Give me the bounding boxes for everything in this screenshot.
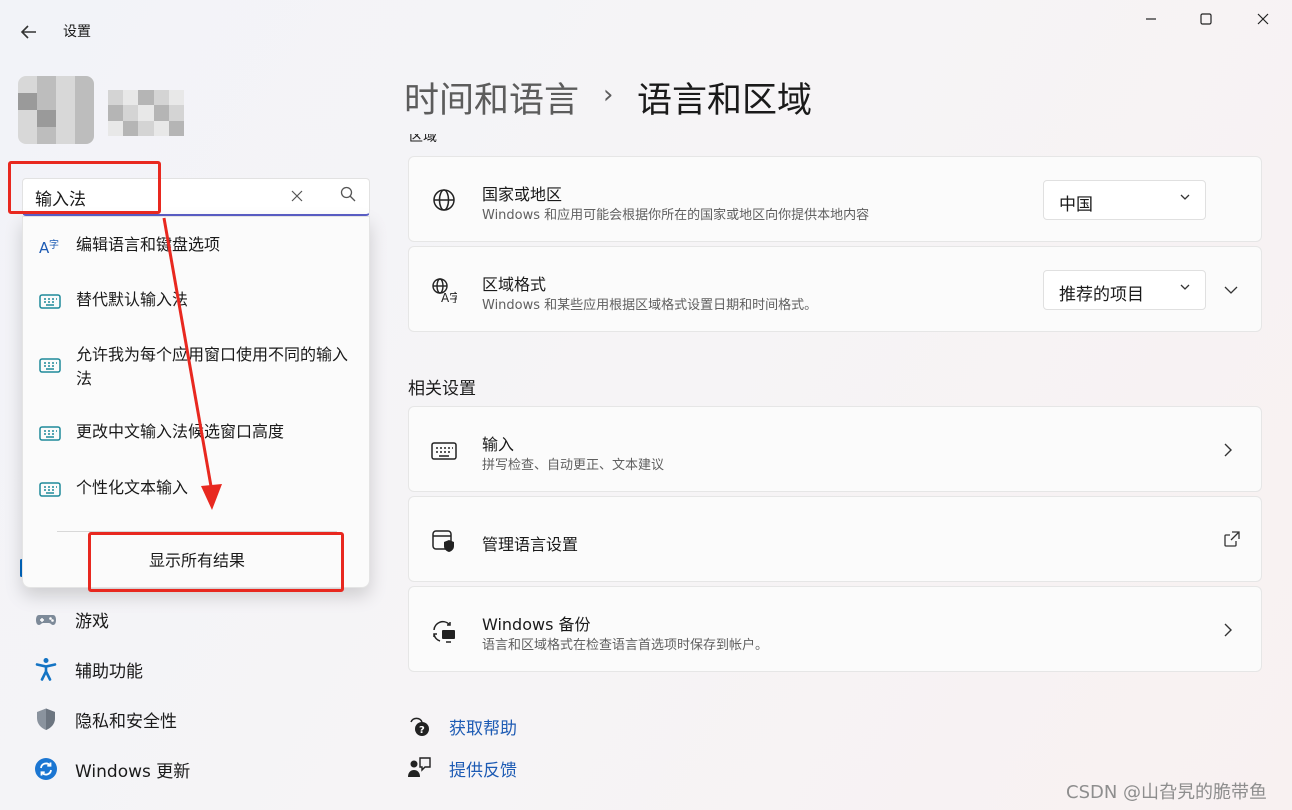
page-title: 语言和区域: [637, 81, 813, 121]
app-title: 设置: [63, 24, 91, 40]
regional-format-subtitle: Windows 和某些应用根据区域格式设置日期和时间格式。: [482, 298, 818, 313]
search-result-item[interactable]: 个性化文本输入: [23, 476, 371, 504]
search-result-item[interactable]: A字 编辑语言和键盘选项: [23, 233, 371, 261]
expand-chevron-icon[interactable]: [1223, 282, 1239, 298]
feedback-label: 提供反馈: [449, 761, 517, 781]
help-icon: ?: [410, 717, 429, 736]
regional-format-icon: A字: [432, 278, 457, 303]
sidebar-item-windows-update[interactable]: Windows 更新: [22, 748, 370, 788]
breadcrumb-separator: ›: [603, 80, 614, 110]
get-help-label: 获取帮助: [449, 719, 517, 739]
typing-settings-card[interactable]: 输入 拼写检查、自动更正、文本建议: [408, 406, 1262, 492]
chevron-right-icon: [1224, 443, 1232, 457]
back-button[interactable]: [12, 15, 46, 49]
search-result-label: 个性化文本输入: [76, 478, 189, 497]
svg-text:?: ?: [419, 725, 425, 736]
search-result-item[interactable]: 替代默认输入法: [23, 288, 371, 316]
sidebar-item-label: 游戏: [75, 612, 109, 632]
search-result-item[interactable]: 允许我为每个应用窗口使用不同的输入法: [23, 343, 371, 395]
sidebar-item-accessibility[interactable]: 辅助功能: [22, 648, 370, 688]
country-region-card: 国家或地区 Windows 和应用可能会根据你所在的国家或地区向你提供本地内容 …: [408, 156, 1262, 242]
svg-text:字: 字: [49, 238, 59, 251]
maximize-button[interactable]: [1183, 4, 1229, 34]
shield-icon: [37, 708, 55, 730]
sidebar-item-gaming[interactable]: 游戏: [22, 598, 370, 638]
country-region-select[interactable]: 中国: [1043, 180, 1206, 220]
keyboard-icon: [39, 482, 61, 497]
globe-icon: [433, 189, 455, 211]
search-result-label: 允许我为每个应用窗口使用不同的输入法: [76, 345, 349, 388]
avatar[interactable]: [18, 76, 94, 144]
chevron-down-icon: [1180, 284, 1190, 290]
language-icon: A字: [39, 238, 59, 255]
close-icon: [1257, 13, 1269, 25]
minimize-button[interactable]: [1128, 4, 1174, 34]
search-result-label: 编辑语言和键盘选项: [76, 235, 221, 254]
regional-format-value: 推荐的项目: [1059, 285, 1144, 305]
sidebar-item-privacy[interactable]: 隐私和安全性: [22, 698, 370, 738]
sidebar-item-label: Windows 更新: [75, 762, 191, 782]
chevron-down-icon: [1180, 194, 1190, 200]
close-button[interactable]: [1240, 4, 1286, 34]
sidebar-item-label: 隐私和安全性: [75, 712, 177, 732]
minimize-icon: [1146, 18, 1156, 20]
svg-text:A字: A字: [441, 290, 457, 303]
typing-title: 输入: [482, 435, 515, 454]
user-name-blurred: [108, 90, 184, 136]
regional-format-card[interactable]: A字 区域格式 Windows 和某些应用根据区域格式设置日期和时间格式。 推荐…: [408, 246, 1262, 332]
annotation-box-show-all: [88, 532, 344, 592]
search-result-label: 替代默认输入法: [76, 290, 189, 309]
keyboard-icon: [39, 294, 61, 309]
backup-sync-icon: [433, 620, 455, 643]
update-icon: [35, 758, 57, 780]
regional-format-title: 区域格式: [482, 275, 547, 294]
watermark: CSDN @山旮旯的脆带鱼: [1066, 782, 1268, 803]
search-icon[interactable]: [337, 183, 359, 205]
keyboard-icon: [39, 426, 61, 441]
related-settings-title: 相关设置: [408, 379, 476, 399]
typing-subtitle: 拼写检查、自动更正、文本建议: [482, 458, 665, 473]
keyboard-icon: [431, 442, 457, 460]
country-region-value: 中国: [1059, 195, 1093, 215]
search-result-item[interactable]: 更改中文输入法候选窗口高度: [23, 420, 371, 448]
search-result-label: 更改中文输入法候选窗口高度: [76, 422, 285, 441]
external-link-icon: [1224, 531, 1240, 547]
annotation-box-search: [8, 161, 161, 214]
region-section-title: 区域: [409, 129, 437, 145]
chevron-right-icon: [1224, 623, 1232, 637]
back-arrow-icon: [20, 25, 36, 39]
feedback-icon: [408, 757, 431, 777]
manage-language-title: 管理语言设置: [482, 535, 579, 554]
windows-backup-subtitle: 语言和区域格式在检查语言首选项时保存到帐户。: [482, 638, 769, 653]
manage-language-card[interactable]: 管理语言设置: [408, 496, 1262, 582]
breadcrumb-parent[interactable]: 时间和语言: [404, 72, 579, 123]
gamepad-icon: [36, 615, 56, 625]
sidebar-item-label: 辅助功能: [75, 662, 143, 682]
country-region-subtitle: Windows 和应用可能会根据你所在的国家或地区向你提供本地内容: [482, 208, 870, 223]
clear-search-button[interactable]: [291, 187, 303, 206]
country-region-title: 国家或地区: [482, 185, 563, 204]
regional-format-select[interactable]: 推荐的项目: [1043, 270, 1206, 310]
accessibility-icon: [35, 658, 57, 681]
close-icon: [291, 190, 303, 202]
admin-shield-icon: [432, 530, 454, 552]
maximize-icon: [1200, 13, 1212, 25]
windows-backup-title: Windows 备份: [482, 615, 591, 634]
windows-backup-card[interactable]: Windows 备份 语言和区域格式在检查语言首选项时保存到帐户。: [408, 586, 1262, 672]
keyboard-icon: [39, 358, 61, 373]
